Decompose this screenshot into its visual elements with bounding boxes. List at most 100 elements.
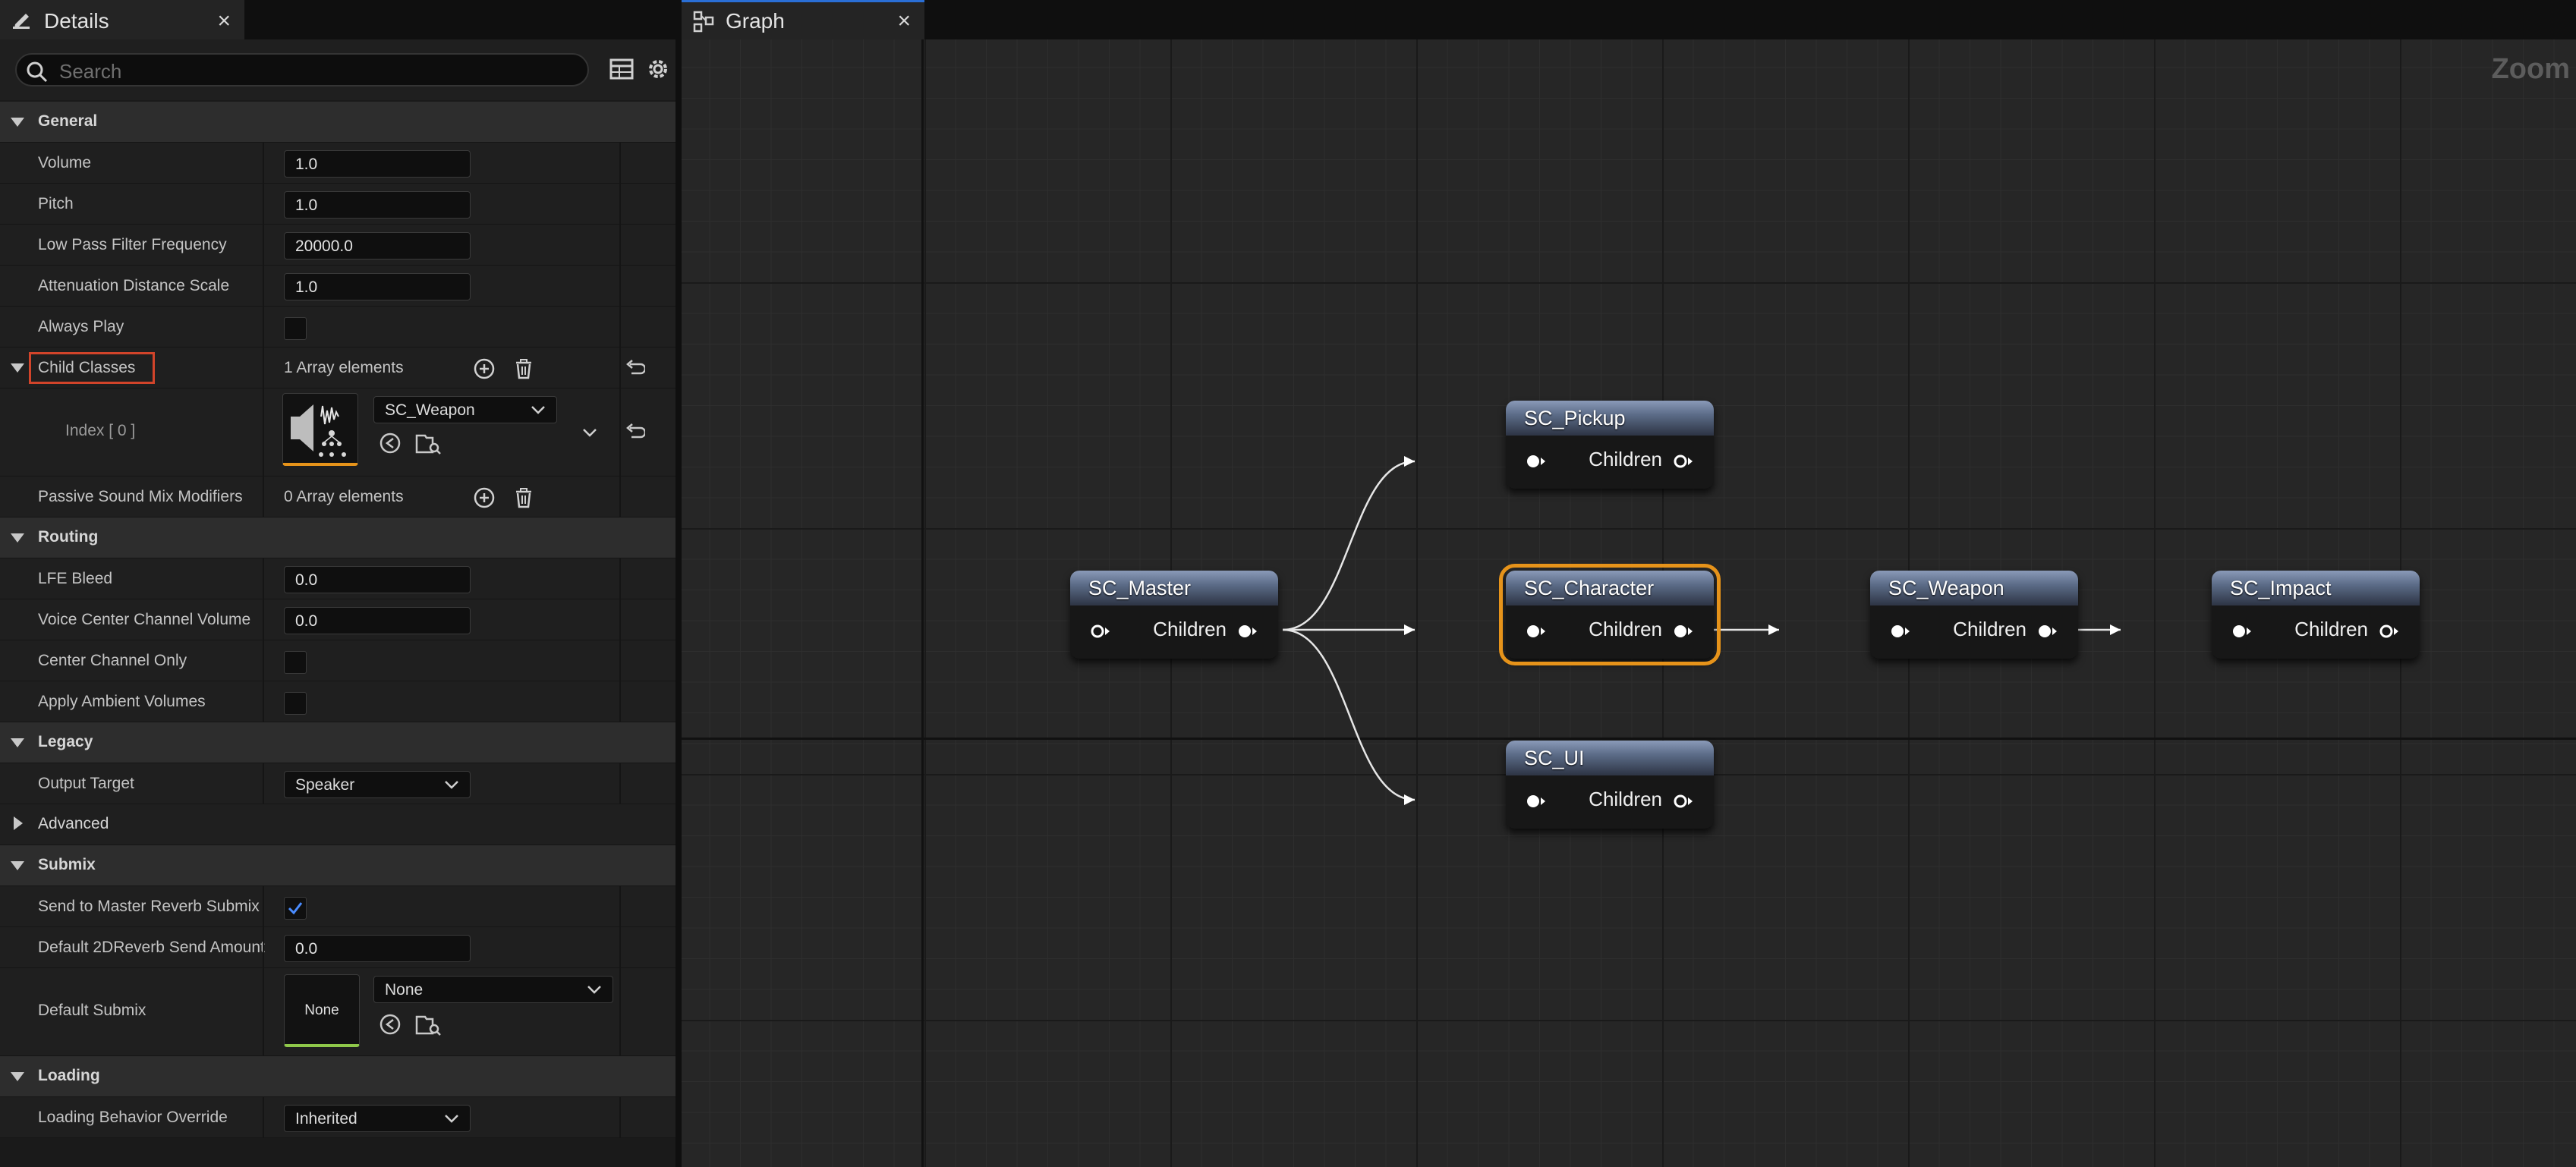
expand-chevron-icon[interactable]: [581, 426, 598, 439]
sound-class-dropdown[interactable]: SC_Weapon: [373, 396, 557, 423]
browse-icon[interactable]: [414, 431, 442, 455]
output-pin-icon[interactable]: [1673, 794, 1696, 809]
output-pin-icon[interactable]: [2037, 624, 2060, 639]
close-icon[interactable]: ×: [897, 8, 911, 34]
row-lfe-bleed: LFE Bleed 0.0: [0, 558, 675, 599]
details-tabbar: Details ×: [0, 0, 675, 39]
section-advanced[interactable]: Advanced: [0, 804, 675, 845]
caret-down-icon: [11, 533, 24, 543]
sound-class-thumbnail[interactable]: [282, 393, 358, 466]
arrow-head: [1404, 794, 1415, 805]
send-master-checkbox[interactable]: [284, 897, 307, 920]
row-send-master: Send to Master Reverb Submix: [0, 886, 675, 927]
input-pin-icon[interactable]: [1890, 624, 1913, 639]
always-play-checkbox[interactable]: [284, 317, 307, 340]
section-submix[interactable]: Submix: [0, 845, 675, 886]
node-sc-impact[interactable]: SC_Impact Children: [2212, 571, 2420, 659]
loading-override-dropdown[interactable]: Inherited: [284, 1105, 471, 1132]
row-passive-modifiers: Passive Sound Mix Modifiers 0 Array elem…: [0, 477, 675, 517]
graph-canvas[interactable]: Zoom SC_Master Children SC_Pickup Childr…: [682, 39, 2576, 1167]
table-view-icon[interactable]: [609, 56, 635, 82]
search-placeholder: Search: [59, 60, 122, 83]
arrow-head: [2110, 624, 2121, 635]
section-general[interactable]: General: [0, 102, 675, 143]
input-pin-icon[interactable]: [1526, 794, 1548, 809]
row-loading-override: Loading Behavior Override Inherited: [0, 1097, 675, 1138]
caret-down-icon[interactable]: [11, 363, 24, 373]
row-ambient: Apply Ambient Volumes: [0, 681, 675, 722]
trash-icon[interactable]: [512, 486, 536, 510]
voice-center-field[interactable]: 0.0: [284, 607, 471, 634]
node-sc-character[interactable]: SC_Character Children: [1499, 564, 1721, 665]
row-center-only: Center Channel Only: [0, 640, 675, 681]
add-element-icon[interactable]: [472, 486, 496, 510]
node-sc-weapon[interactable]: SC_Weapon Children: [1870, 571, 2078, 659]
chevron-down-icon: [445, 781, 458, 789]
ambient-checkbox[interactable]: [284, 692, 307, 715]
output-target-dropdown[interactable]: Speaker: [284, 771, 471, 798]
row-volume: Volume 1.0: [0, 143, 675, 184]
tab-details-title: Details: [44, 8, 109, 33]
chevron-down-icon: [445, 1115, 458, 1123]
chevron-down-icon: [531, 406, 545, 414]
caret-down-icon: [11, 118, 24, 127]
center-only-checkbox[interactable]: [284, 651, 307, 674]
lfe-bleed-field[interactable]: 0.0: [284, 566, 471, 593]
use-selected-icon[interactable]: [378, 431, 402, 455]
row-output-target: Output Target Speaker: [0, 763, 675, 804]
node-sc-ui[interactable]: SC_UI Children: [1506, 741, 1714, 829]
reset-icon[interactable]: [624, 358, 645, 379]
node-sc-pickup[interactable]: SC_Pickup Children: [1506, 401, 1714, 489]
output-pin-icon[interactable]: [1673, 454, 1696, 469]
pitch-field[interactable]: 1.0: [284, 191, 471, 219]
row-reverb-amount: Default 2DReverb Send Amount 0.0: [0, 927, 675, 968]
default-submix-dropdown[interactable]: None: [373, 976, 613, 1003]
browse-icon[interactable]: [414, 1012, 442, 1036]
node-sc-master[interactable]: SC_Master Children: [1070, 571, 1278, 659]
speaker-icon: [291, 404, 346, 457]
edge-master-pickup: [1282, 460, 1416, 631]
tab-graph-title: Graph: [726, 8, 785, 33]
edge-master-ui: [1282, 628, 1416, 801]
input-pin-icon[interactable]: [1526, 624, 1548, 639]
search-icon: [27, 61, 48, 83]
submix-thumbnail[interactable]: None: [284, 974, 360, 1047]
tab-details[interactable]: Details ×: [0, 0, 244, 39]
row-voice-center: Voice Center Channel Volume 0.0: [0, 599, 675, 640]
arrow-head: [1404, 624, 1415, 635]
tab-graph[interactable]: Graph ×: [682, 0, 924, 39]
close-icon[interactable]: ×: [217, 8, 231, 34]
output-pin-icon[interactable]: [1673, 624, 1696, 639]
input-pin-icon[interactable]: [1526, 454, 1548, 469]
section-legacy[interactable]: Legacy: [0, 722, 675, 763]
checkmark-icon: [288, 902, 303, 915]
graph-tabbar: Graph ×: [682, 0, 2576, 39]
highlight-box: [29, 352, 155, 384]
attenuation-field[interactable]: 1.0: [284, 273, 471, 300]
trash-icon[interactable]: [512, 357, 536, 381]
output-pin-icon[interactable]: [2379, 624, 2401, 639]
row-pitch: Pitch 1.0: [0, 184, 675, 225]
row-attenuation: Attenuation Distance Scale 1.0: [0, 266, 675, 307]
add-element-icon[interactable]: [472, 357, 496, 381]
caret-down-icon: [11, 738, 24, 747]
gear-icon[interactable]: [645, 56, 671, 82]
input-pin-icon[interactable]: [1090, 624, 1113, 639]
properties-list: General Volume 1.0 Pitch 1.0 Low Pass Fi…: [0, 102, 675, 1138]
output-pin-icon[interactable]: [1237, 624, 1260, 639]
details-panel: Details × Search General Volume 1.0 Pitc…: [0, 0, 675, 1167]
section-routing[interactable]: Routing: [0, 517, 675, 558]
row-default-submix: Default Submix None None: [0, 968, 675, 1056]
reset-icon[interactable]: [624, 422, 645, 443]
low-pass-field[interactable]: 20000.0: [284, 232, 471, 260]
reverb-amount-field[interactable]: 0.0: [284, 935, 471, 962]
search-row: Search: [0, 39, 675, 100]
volume-field[interactable]: 1.0: [284, 150, 471, 178]
search-input[interactable]: Search: [15, 53, 589, 87]
use-selected-icon[interactable]: [378, 1012, 402, 1036]
input-pin-icon[interactable]: [2231, 624, 2254, 639]
panel-splitter[interactable]: [675, 0, 682, 1167]
section-loading[interactable]: Loading: [0, 1056, 675, 1097]
row-always-play: Always Play: [0, 307, 675, 348]
row-child-classes: Child Classes 1 Array elements: [0, 348, 675, 388]
